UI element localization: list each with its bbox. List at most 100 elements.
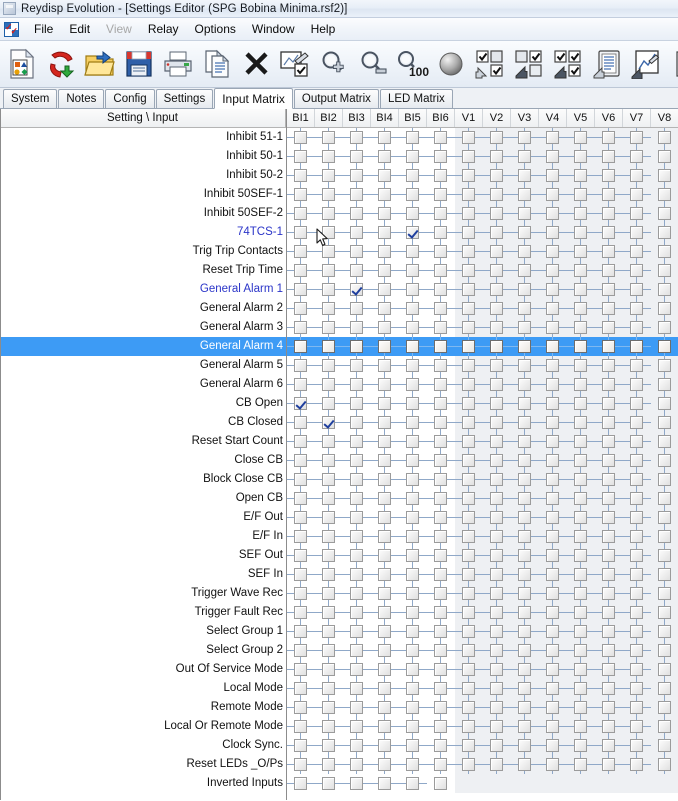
- menu-item-help[interactable]: Help: [303, 20, 344, 38]
- matrix-checkbox[interactable]: [434, 777, 447, 790]
- matrix-checkbox[interactable]: [546, 416, 559, 429]
- matrix-column-header-v1[interactable]: V1: [455, 109, 483, 127]
- matrix-checkbox[interactable]: [378, 302, 391, 315]
- matrix-checkbox[interactable]: [630, 321, 643, 334]
- matrix-checkbox[interactable]: [518, 359, 531, 372]
- matrix-checkbox[interactable]: [658, 701, 671, 714]
- matrix-checkbox[interactable]: [574, 321, 587, 334]
- matrix-checkbox[interactable]: [322, 302, 335, 315]
- matrix-checkbox[interactable]: [378, 359, 391, 372]
- matrix-checkbox[interactable]: [434, 169, 447, 182]
- matrix-checkbox[interactable]: [630, 131, 643, 144]
- matrix-checkbox[interactable]: [630, 568, 643, 581]
- matrix-checkbox[interactable]: [378, 549, 391, 562]
- matrix-checkbox[interactable]: [322, 454, 335, 467]
- matrix-checkbox[interactable]: [462, 492, 475, 505]
- matrix-checkbox[interactable]: [462, 739, 475, 752]
- matrix-checkbox[interactable]: [630, 245, 643, 258]
- setting-row-label[interactable]: Inhibit 50-2: [0, 166, 286, 185]
- tab-notes[interactable]: Notes: [58, 89, 105, 108]
- matrix-checkbox[interactable]: [490, 682, 503, 695]
- matrix-checkbox[interactable]: [350, 701, 363, 714]
- matrix-checkbox[interactable]: [602, 150, 615, 163]
- matrix-checkbox[interactable]: [574, 549, 587, 562]
- matrix-checkbox[interactable]: [294, 568, 307, 581]
- matrix-checkbox[interactable]: [490, 226, 503, 239]
- matrix-checkbox[interactable]: [322, 720, 335, 733]
- matrix-checkbox[interactable]: [658, 606, 671, 619]
- matrix-checkbox[interactable]: [658, 511, 671, 524]
- matrix-checkbox[interactable]: [546, 492, 559, 505]
- zoom-out-icon[interactable]: [353, 44, 392, 84]
- matrix-checkbox[interactable]: [378, 454, 391, 467]
- matrix-checkbox[interactable]: [406, 150, 419, 163]
- matrix-checkbox[interactable]: [602, 359, 615, 372]
- matrix-checkbox[interactable]: [658, 530, 671, 543]
- matrix-checkbox[interactable]: [462, 701, 475, 714]
- setting-row-label[interactable]: E/F In: [0, 527, 286, 546]
- matrix-checkbox[interactable]: [294, 397, 307, 410]
- matrix-column-header-bi6[interactable]: BI6: [427, 109, 455, 127]
- matrix-checkbox[interactable]: [350, 264, 363, 277]
- matrix-checkbox[interactable]: [350, 302, 363, 315]
- matrix-checkbox[interactable]: [630, 435, 643, 448]
- matrix-checkbox[interactable]: [406, 302, 419, 315]
- matrix-checkbox[interactable]: [378, 568, 391, 581]
- matrix-checkbox[interactable]: [546, 226, 559, 239]
- matrix-column-header-bi2[interactable]: BI2: [315, 109, 343, 127]
- matrix-checkbox[interactable]: [518, 131, 531, 144]
- matrix-checkbox[interactable]: [574, 568, 587, 581]
- matrix-checkbox[interactable]: [658, 416, 671, 429]
- matrix-checkbox[interactable]: [658, 150, 671, 163]
- matrix-checkbox[interactable]: [350, 587, 363, 600]
- matrix-checkbox[interactable]: [658, 302, 671, 315]
- matrix-checkbox[interactable]: [406, 606, 419, 619]
- matrix-checkbox[interactable]: [490, 321, 503, 334]
- matrix-checkbox[interactable]: [294, 169, 307, 182]
- matrix-checkbox[interactable]: [602, 416, 615, 429]
- matrix-checkbox[interactable]: [294, 587, 307, 600]
- matrix-checkbox[interactable]: [406, 739, 419, 752]
- matrix-checkbox[interactable]: [602, 207, 615, 220]
- matrix-checkbox[interactable]: [658, 245, 671, 258]
- matrix-checkbox[interactable]: [602, 549, 615, 562]
- matrix-checkbox[interactable]: [658, 169, 671, 182]
- matrix-checkbox[interactable]: [322, 435, 335, 448]
- new-document-icon[interactable]: [2, 44, 41, 84]
- matrix-checkbox[interactable]: [630, 739, 643, 752]
- matrix-checkbox[interactable]: [294, 682, 307, 695]
- matrix-checkbox[interactable]: [574, 492, 587, 505]
- matrix-checkbox[interactable]: [630, 416, 643, 429]
- matrix-checkbox[interactable]: [294, 758, 307, 771]
- matrix-checkbox[interactable]: [490, 587, 503, 600]
- setting-row-label[interactable]: Reset Start Count: [0, 432, 286, 451]
- matrix-checkbox[interactable]: [490, 207, 503, 220]
- matrix-checkbox[interactable]: [434, 587, 447, 600]
- matrix-checkbox[interactable]: [378, 416, 391, 429]
- matrix-checkbox[interactable]: [434, 226, 447, 239]
- matrix-checkbox[interactable]: [546, 758, 559, 771]
- matrix-checkbox[interactable]: [294, 283, 307, 296]
- matrix-checkbox[interactable]: [434, 758, 447, 771]
- matrix-checkbox[interactable]: [658, 625, 671, 638]
- matrix-checkbox[interactable]: [602, 454, 615, 467]
- matrix-checkbox[interactable]: [406, 530, 419, 543]
- matrix-checkbox[interactable]: [574, 359, 587, 372]
- matrix-checkbox[interactable]: [406, 701, 419, 714]
- matrix-checkbox[interactable]: [322, 758, 335, 771]
- matrix-checkbox[interactable]: [462, 644, 475, 657]
- matrix-checkbox[interactable]: [406, 473, 419, 486]
- edit-settings-icon[interactable]: [275, 44, 314, 84]
- matrix-checkbox[interactable]: [294, 511, 307, 524]
- matrix-checkbox[interactable]: [406, 416, 419, 429]
- matrix-checkbox[interactable]: [546, 207, 559, 220]
- menu-item-file[interactable]: File: [26, 20, 61, 38]
- matrix-column-header-v2[interactable]: V2: [483, 109, 511, 127]
- matrix-checkbox[interactable]: [658, 739, 671, 752]
- matrix-checkbox[interactable]: [350, 150, 363, 163]
- setting-row-label[interactable]: Close CB: [0, 451, 286, 470]
- matrix-checkbox[interactable]: [294, 150, 307, 163]
- matrix-checkbox[interactable]: [406, 682, 419, 695]
- matrix-checkbox[interactable]: [294, 606, 307, 619]
- matrix-checkbox[interactable]: [350, 378, 363, 391]
